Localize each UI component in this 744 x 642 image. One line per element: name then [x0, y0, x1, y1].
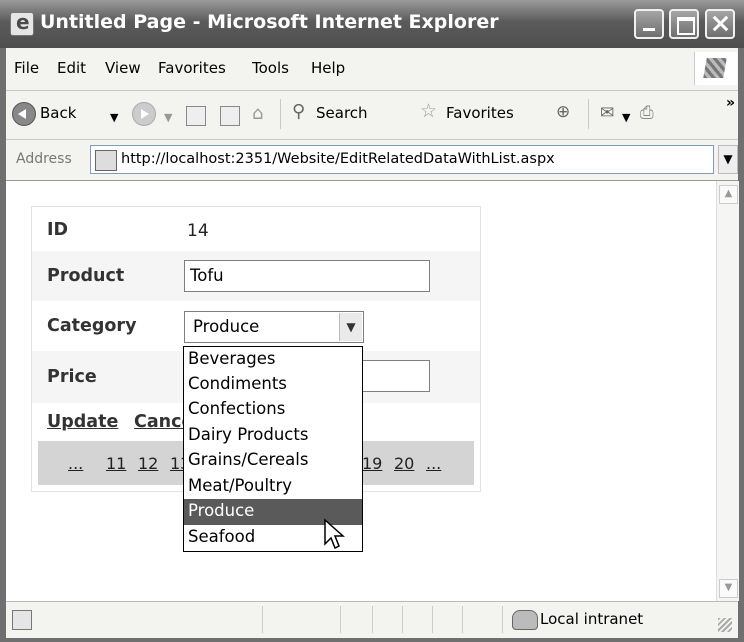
stop-icon[interactable]	[186, 106, 206, 126]
address-label: Address	[16, 151, 72, 167]
security-zone: Local intranet	[540, 610, 644, 628]
toolbar-overflow-icon[interactable]: »	[726, 95, 735, 111]
chevron-down-icon[interactable]: ▼	[339, 313, 362, 341]
minimize-button[interactable]	[634, 9, 664, 39]
page-link-12[interactable]: 12	[138, 454, 158, 473]
maximize-button[interactable]	[669, 9, 699, 39]
toolbar-separator	[588, 99, 589, 129]
intranet-zone-icon	[512, 610, 538, 630]
menu-favorites[interactable]: Favorites	[158, 59, 226, 77]
mouse-cursor-icon	[324, 518, 345, 550]
scroll-up-icon[interactable]: ▲	[719, 185, 738, 204]
back-label: Back	[40, 104, 77, 122]
option-beverages[interactable]: Beverages	[184, 347, 362, 373]
status-cell	[262, 606, 263, 633]
page-link-11[interactable]: 11	[106, 454, 126, 473]
page-link-20[interactable]: 20	[394, 454, 414, 473]
address-input[interactable]: http://localhost:2351/Website/EditRelate…	[90, 145, 714, 174]
search-label: Search	[316, 104, 368, 122]
status-cell	[372, 606, 373, 633]
status-bar: Local intranet	[6, 601, 738, 638]
page-link-19[interactable]: 19	[362, 454, 382, 473]
menu-tools[interactable]: Tools	[252, 59, 289, 77]
back-button[interactable]: Back	[12, 101, 94, 127]
product-row: Product Tofu	[32, 251, 480, 301]
update-link[interactable]: Update	[47, 412, 118, 432]
menu-view[interactable]: View	[105, 59, 141, 77]
favorites-label: Favorites	[446, 104, 514, 122]
page-status-icon	[12, 610, 32, 630]
option-grains-cereals[interactable]: Grains/Cereals	[184, 448, 362, 474]
mail-icon[interactable]: ✉	[600, 103, 614, 123]
status-cell	[340, 606, 341, 633]
menu-edit[interactable]: Edit	[57, 59, 86, 77]
menu-help[interactable]: Help	[311, 59, 345, 77]
history-icon[interactable]: ⊕	[556, 102, 570, 122]
category-select[interactable]: Produce ▼	[184, 311, 364, 343]
toolbar: Back ▼ ▼ ⌂ ⚲ Search ☆ Favorites ⊕ ✉ ▼ ⎙ …	[6, 91, 738, 140]
search-icon: ⚲	[292, 101, 306, 122]
status-cell	[432, 606, 433, 633]
title-bar[interactable]: Untitled Page - Microsoft Internet Explo…	[0, 0, 744, 48]
option-confections[interactable]: Confections	[184, 397, 362, 423]
address-url: http://localhost:2351/Website/EditRelate…	[121, 151, 555, 167]
search-button[interactable]: ⚲ Search	[292, 101, 416, 127]
id-row: ID 14	[32, 207, 480, 251]
back-dropdown-icon[interactable]: ▼	[110, 111, 118, 124]
product-label: Product	[47, 266, 125, 286]
category-label: Category	[47, 316, 137, 336]
favorites-button[interactable]: ☆ Favorites	[420, 100, 544, 127]
close-button[interactable]	[705, 9, 735, 39]
menu-bar: File Edit View Favorites Tools Help	[6, 48, 738, 91]
print-icon[interactable]: ⎙	[640, 103, 654, 123]
resize-grip[interactable]	[718, 618, 732, 632]
toolbar-separator	[280, 99, 281, 129]
status-cell	[462, 606, 463, 633]
ie-icon	[10, 10, 34, 36]
window-title: Untitled Page - Microsoft Internet Explo…	[40, 11, 499, 33]
mail-dropdown-icon[interactable]: ▼	[622, 111, 630, 124]
menu-file[interactable]: File	[14, 59, 39, 77]
product-input[interactable]: Tofu	[184, 260, 430, 292]
id-value: 14	[187, 221, 209, 241]
back-arrow-icon	[12, 102, 36, 126]
home-icon[interactable]: ⌂	[252, 103, 263, 124]
address-bar: Address http://localhost:2351/Website/Ed…	[6, 140, 738, 181]
option-dairy-products[interactable]: Dairy Products	[184, 423, 362, 449]
price-label: Price	[47, 367, 97, 387]
option-condiments[interactable]: Condiments	[184, 372, 362, 398]
forward-arrow-icon[interactable]	[132, 102, 156, 126]
address-dropdown-icon[interactable]: ▼	[718, 145, 738, 174]
star-icon: ☆	[420, 100, 438, 122]
status-cell	[502, 606, 503, 633]
category-selected-value: Produce	[193, 317, 260, 336]
windows-flag-icon	[694, 52, 737, 85]
product-value: Tofu	[190, 266, 224, 285]
vertical-scrollbar[interactable]: ▲ ▼	[716, 181, 739, 601]
forward-dropdown-icon[interactable]: ▼	[164, 111, 172, 124]
status-cell	[402, 606, 403, 633]
scroll-down-icon[interactable]: ▼	[719, 579, 738, 598]
pager-next[interactable]: ...	[426, 454, 441, 473]
pager-prev[interactable]: ...	[68, 454, 83, 473]
id-label: ID	[47, 220, 69, 240]
option-meat-poultry[interactable]: Meat/Poultry	[184, 474, 362, 500]
page-icon	[95, 150, 117, 171]
refresh-icon[interactable]	[220, 106, 240, 126]
